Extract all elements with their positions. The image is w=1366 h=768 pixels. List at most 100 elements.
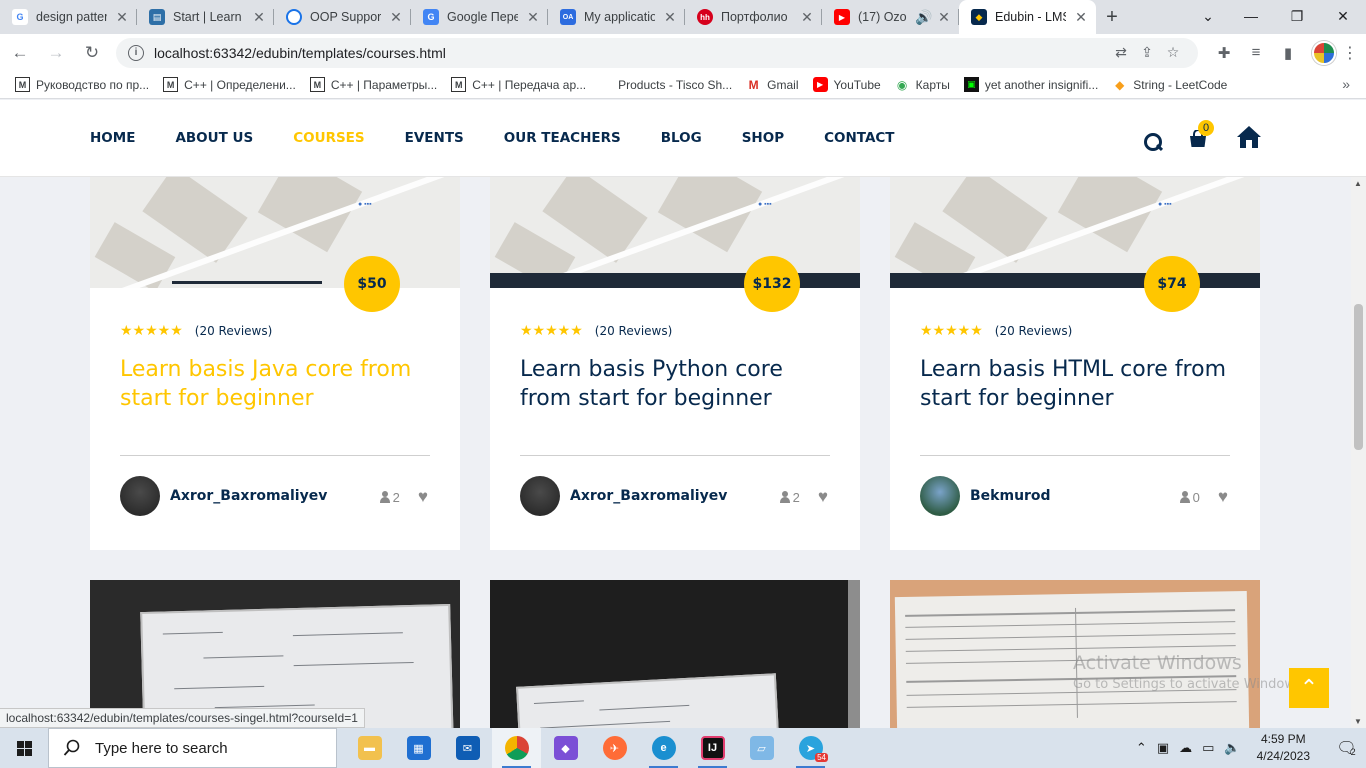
taskbar-mail[interactable]: ✉ [443,728,492,768]
bookmark-item[interactable]: M Gmail [739,77,805,92]
browser-tab[interactable]: G Google Пере ✕ [411,0,548,34]
taskbar-search[interactable]: Type here to search [48,728,337,768]
address-bar[interactable]: i localhost:63342/edubin/templates/cours… [116,37,1198,68]
taskbar-telegram[interactable]: ➤ 54 [786,728,835,768]
page-scrollbar[interactable]: ▲ ▼ [1351,177,1366,728]
translate-icon[interactable]: ⇄ [1108,44,1134,61]
notification-center-button[interactable]: 🗨 2 [1326,728,1366,768]
browser-tab[interactable]: G design patter ✕ [0,0,137,34]
more-bookmarks-icon[interactable]: » [1342,76,1350,92]
nav-our-teachers[interactable]: OUR TEACHERS [504,130,621,146]
media-control-icon[interactable]: ≡ [1240,37,1272,69]
site-info-icon[interactable]: i [128,44,144,61]
close-window-icon[interactable]: ✕ [1320,0,1366,32]
nav-about-us[interactable]: ABOUT US [175,130,253,146]
browser-tab[interactable]: OOP Support ✕ [274,0,411,34]
system-clock[interactable]: 4:59 PM 4/24/2023 [1257,731,1310,765]
back-to-top-button[interactable]: ⌃ [1289,668,1329,708]
scroll-up-arrow-icon[interactable]: ▲ [1354,179,1362,188]
bookmark-item[interactable]: M C++ | Передача ар... [444,77,593,92]
home-icon[interactable] [1236,125,1262,149]
course-title[interactable]: Learn basis Java core from start for beg… [120,355,440,413]
close-tab-icon[interactable]: ✕ [1074,9,1088,26]
share-icon[interactable]: ⇪ [1134,44,1160,61]
course-title[interactable]: Learn basis HTML core from start for beg… [920,355,1240,413]
close-tab-icon[interactable]: ✕ [252,9,266,26]
course-thumbnail-map[interactable]: ● ▪▪▪ [90,177,460,288]
close-tab-icon[interactable]: ✕ [937,9,951,26]
volume-icon[interactable]: 🔈 [1224,740,1240,756]
scrollbar-thumb[interactable] [1354,304,1363,450]
taskbar-intellij[interactable]: IJ [688,728,737,768]
browser-tab[interactable]: hh Портфолио ✕ [685,0,822,34]
heart-icon[interactable]: ♥ [818,487,828,507]
nav-blog[interactable]: BLOG [661,130,702,146]
taskbar-visual-studio[interactable]: ◆ [541,728,590,768]
new-tab-button[interactable]: + [1096,0,1128,34]
nav-events[interactable]: EVENTS [405,130,464,146]
bookmark-item[interactable]: ▶ YouTube [806,77,888,92]
taskbar-store[interactable]: ▦ [394,728,443,768]
browser-tab[interactable]: ▶ (17) Ozod 🔊 ✕ [822,0,959,34]
taskbar-postman[interactable]: ✈ [590,728,639,768]
course-card[interactable]: ● ▪▪▪ $50 ★★★★★ (20 Reviews) Learn basis… [90,177,460,550]
course-title[interactable]: Learn basis Python core from start for b… [520,355,840,413]
course-author[interactable]: Axror_Baxromaliyev [120,476,327,516]
bookmark-item[interactable]: M C++ | Определени... [156,77,303,92]
nav-shop[interactable]: SHOP [742,130,784,146]
back-icon[interactable]: ← [4,37,36,69]
browser-menu-icon[interactable]: ⋮ [1336,37,1364,69]
chevron-up-icon[interactable]: ⌃ [1136,740,1147,756]
url-text[interactable]: localhost:63342/edubin/templates/courses… [154,45,1108,61]
start-button[interactable] [0,728,48,768]
course-thumbnail-map[interactable]: ● ▪▪▪ [490,177,860,288]
forward-icon[interactable]: → [40,37,72,69]
meet-now-icon[interactable]: ▣ [1157,740,1169,756]
author-name[interactable]: Axror_Baxromaliyev [170,488,327,504]
extensions-icon[interactable]: ✚ [1208,37,1240,69]
reload-icon[interactable]: ↻ [76,37,108,69]
course-thumbnail-whiteboard[interactable] [490,580,860,728]
close-tab-icon[interactable]: ✕ [663,9,677,26]
taskbar-file-explorer[interactable]: ▬ [345,728,394,768]
bookmark-item[interactable]: ▣ yet another insignifi... [957,77,1105,92]
browser-tab-active[interactable]: ◆ Edubin - LMS ✕ [959,0,1096,34]
nav-contact[interactable]: CONTACT [824,130,894,146]
heart-icon[interactable]: ♥ [1218,487,1228,507]
close-tab-icon[interactable]: ✕ [526,9,540,26]
close-tab-icon[interactable]: ✕ [389,9,403,26]
scroll-down-arrow-icon[interactable]: ▼ [1354,717,1362,726]
course-author[interactable]: Axror_Baxromaliyev [520,476,727,516]
taskbar-chrome[interactable] [492,728,541,768]
bookmark-item[interactable]: M C++ | Параметры... [303,77,444,92]
browser-tab[interactable]: ▤ Start | Learn ✕ [137,0,274,34]
course-card[interactable]: ● ▪▪▪ $74 ★★★★★ (20 Reviews) Learn basis… [890,177,1260,550]
bookmark-item[interactable]: ◆ String - LeetCode [1105,77,1234,92]
taskbar-notes[interactable]: ▱ [737,728,786,768]
tab-search-icon[interactable]: ⌄ [1188,0,1228,32]
search-icon[interactable] [1144,133,1162,151]
heart-icon[interactable]: ♥ [418,487,428,507]
course-author[interactable]: Bekmurod [920,476,1051,516]
minimize-icon[interactable]: — [1228,0,1274,32]
author-name[interactable]: Bekmurod [970,488,1051,504]
taskbar-edge[interactable]: e [639,728,688,768]
nav-courses[interactable]: COURSES [293,130,364,146]
author-name[interactable]: Axror_Baxromaliyev [570,488,727,504]
side-panel-icon[interactable]: ▮ [1272,37,1304,69]
nav-home[interactable]: HOME [90,130,135,146]
course-thumbnail-whiteboard[interactable] [90,580,460,728]
close-tab-icon[interactable]: ✕ [115,9,129,26]
battery-icon[interactable]: ▭ [1202,740,1214,756]
speaker-icon[interactable]: 🔊 [915,9,932,26]
course-thumbnail-map[interactable]: ● ▪▪▪ [890,177,1260,288]
maximize-icon[interactable]: ❐ [1274,0,1320,32]
bookmark-item[interactable]: M Руководство по пр... [8,77,156,92]
bookmark-item[interactable]: ◉ Карты [888,77,957,92]
cloud-icon[interactable]: ☁ [1179,740,1192,756]
bookmark-item[interactable]: Products - Tisco Sh... [611,78,739,92]
close-tab-icon[interactable]: ✕ [800,9,814,26]
cart-button[interactable]: 0 [1188,120,1214,152]
browser-tab[interactable]: OA My applicatio ✕ [548,0,685,34]
bookmark-star-icon[interactable]: ☆ [1160,44,1186,61]
